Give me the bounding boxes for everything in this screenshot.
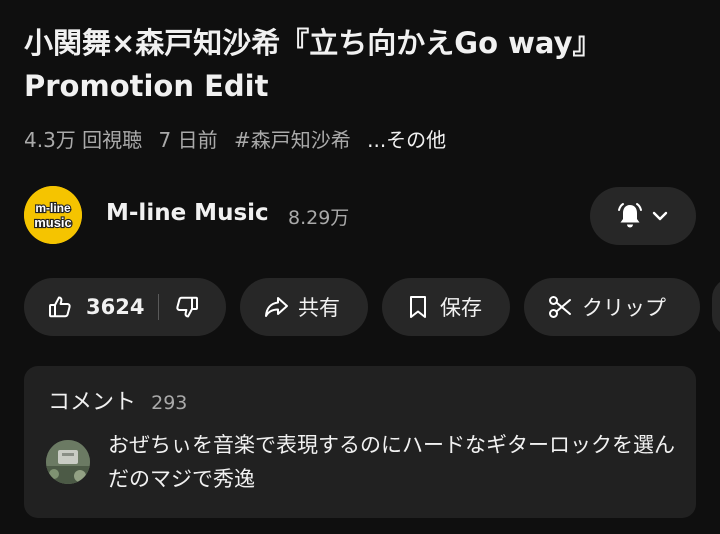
clip-label: クリップ (582, 296, 666, 320)
channel-row: m-line music M-line Music 8.29万 (24, 186, 696, 246)
hashtag-link[interactable]: #森戸知沙希 (234, 128, 351, 152)
comments-label: コメント (48, 390, 137, 415)
upload-age: 7 日前 (158, 128, 218, 152)
channel-avatar[interactable]: m-line music (24, 186, 82, 244)
bookmark-icon (404, 293, 432, 321)
logo-text-bottom: music (34, 215, 72, 230)
view-count: 4.3万 回視聴 (24, 128, 143, 152)
channel-logo: m-line music (24, 186, 82, 244)
top-comment-text: おぜちぃを音楽で表現するのにハードなギターロックを選んだのマジで秀逸 (108, 433, 675, 491)
video-title[interactable]: 小関舞×森戸知沙希『立ち向かえGo way』Promotion Edit (24, 22, 696, 108)
comments-section[interactable]: コメント 293 おぜちぃを音楽で表現するのにハードなギターロックを選んだのマジ… (24, 366, 696, 518)
save-label: 保存 (440, 296, 482, 320)
channel-name[interactable]: M-line Music (106, 200, 269, 226)
bell-icon (618, 203, 642, 228)
notification-bell-button[interactable] (590, 187, 696, 245)
save-button[interactable]: 保存 (382, 278, 510, 336)
share-button[interactable]: 共有 (240, 278, 368, 336)
like-dislike-pill: 3624 (24, 278, 226, 336)
commenter-avatar[interactable] (46, 440, 90, 484)
like-count: 3624 (86, 295, 145, 319)
scissors-icon (546, 293, 574, 321)
share-arrow-icon (262, 293, 290, 321)
subscriber-count: 8.29万 (288, 207, 350, 229)
logo-text-top: m-line (35, 201, 71, 215)
comments-header: コメント 293 (48, 384, 187, 416)
overflow-action-pill[interactable] (712, 278, 720, 336)
thumbs-up-icon[interactable] (46, 293, 74, 321)
like-divider (158, 294, 160, 320)
thumbs-down-icon[interactable] (173, 293, 201, 321)
more-link[interactable]: ...その他 (367, 128, 446, 152)
share-label: 共有 (298, 296, 340, 320)
clip-button[interactable]: クリップ (524, 278, 700, 336)
action-bar: 3624 共有 保存 クリップ (24, 278, 700, 336)
chevron-down-icon (652, 211, 668, 221)
comments-count: 293 (151, 392, 188, 414)
video-details-panel: 小関舞×森戸知沙希『立ち向かえGo way』Promotion Edit 4.3… (0, 0, 720, 534)
video-meta[interactable]: 4.3万 回視聴 7 日前 #森戸知沙希 ...その他 (24, 124, 446, 153)
